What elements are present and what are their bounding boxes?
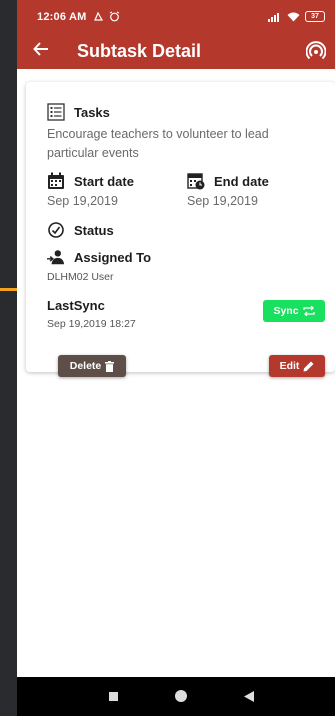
- back-nav-button[interactable]: [244, 691, 254, 702]
- system-nav-bar: [17, 677, 335, 716]
- app-bar: Subtask Detail: [17, 33, 335, 69]
- square-icon: [109, 692, 118, 701]
- start-date-header: Start date: [47, 172, 134, 190]
- triangle-back-icon: [244, 691, 254, 702]
- assigned-header: Assigned To: [47, 248, 151, 266]
- home-button[interactable]: [174, 689, 188, 703]
- status-bar: 12:06 AM 37: [17, 0, 335, 33]
- calendar-icon: [47, 172, 65, 190]
- status-label: Status: [74, 222, 114, 238]
- notification-icon: [93, 11, 103, 21]
- left-accent-marker: [0, 288, 17, 291]
- subtask-card: Tasks Encourage teachers to volunteer to…: [26, 82, 335, 377]
- delete-button[interactable]: Delete: [58, 355, 126, 377]
- tasks-header: Tasks: [47, 103, 110, 121]
- battery-icon: 37: [305, 11, 325, 22]
- left-background-strip: [0, 0, 17, 716]
- arrow-left-icon[interactable]: [33, 41, 61, 61]
- lastsync-label: LastSync: [47, 298, 105, 313]
- tasks-label: Tasks: [74, 104, 110, 120]
- sync-button-label: Sync: [273, 305, 299, 317]
- lastsync-value: Sep 19,2019 18:27: [47, 318, 136, 330]
- calendar-clock-icon: [187, 172, 205, 190]
- end-date-value: Sep 19,2019: [187, 194, 258, 208]
- wifi-icon: [287, 12, 300, 21]
- phone-screen: 12:06 AM 37 Subtask Detail Tasks Encoura…: [17, 0, 335, 716]
- delete-button-label: Delete: [69, 360, 102, 372]
- task-list-icon: [47, 103, 65, 121]
- start-date-label: Start date: [74, 173, 134, 189]
- clock-check-icon: [47, 221, 65, 239]
- start-date-value: Sep 19,2019: [47, 194, 118, 208]
- end-date-label: End date: [214, 173, 269, 189]
- status-time: 12:06 AM: [37, 10, 87, 23]
- edit-button[interactable]: Edit: [269, 355, 325, 377]
- page-title: Subtask Detail: [77, 40, 202, 61]
- sync-button[interactable]: Sync: [263, 300, 325, 322]
- alarm-icon: [109, 11, 119, 22]
- pencil-icon: [303, 361, 314, 371]
- signal-icon: [268, 12, 279, 22]
- sync-arrows-icon: [302, 306, 315, 316]
- circle-icon: [175, 690, 187, 702]
- status-header: Status: [47, 221, 114, 239]
- sync-signal-icon[interactable]: [305, 40, 327, 62]
- edit-button-label: Edit: [279, 360, 300, 372]
- trash-icon: [105, 360, 115, 372]
- tasks-value: Encourage teachers to volunteer to lead …: [47, 127, 269, 160]
- recents-button[interactable]: [109, 692, 118, 701]
- end-date-header: End date: [187, 172, 269, 190]
- assigned-value: DLHM02 User: [47, 271, 114, 283]
- person-assign-icon: [47, 248, 65, 266]
- assigned-label: Assigned To: [74, 249, 152, 265]
